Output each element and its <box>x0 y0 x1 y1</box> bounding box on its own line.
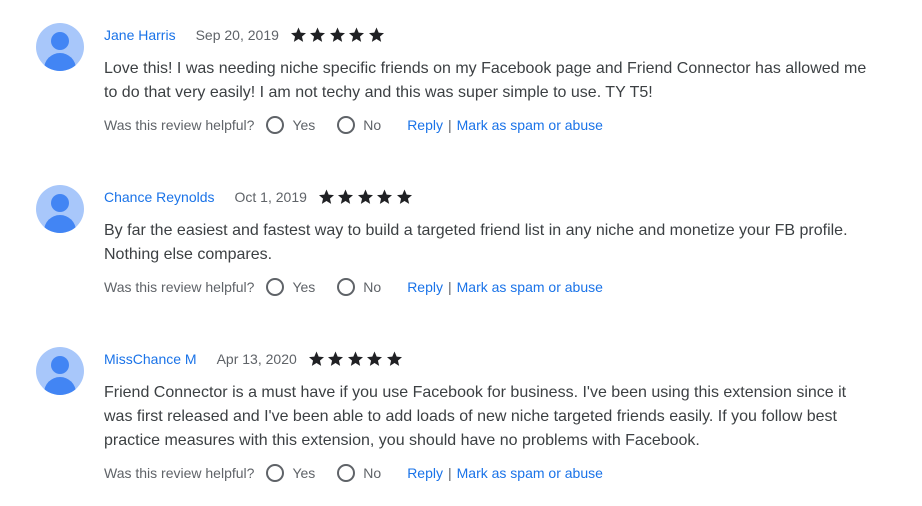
star-icon <box>396 189 412 204</box>
reply-link[interactable]: Reply <box>407 117 443 133</box>
review-meta: MissChance M Apr 13, 2020 <box>104 349 404 369</box>
helpful-prompt: Was this review helpful? <box>104 465 255 481</box>
person-avatar-icon <box>36 185 84 233</box>
star-icon <box>290 27 306 42</box>
review-date: Oct 1, 2019 <box>234 189 307 205</box>
star-icon <box>357 189 373 204</box>
star-rating <box>317 188 415 206</box>
no-label: No <box>363 117 382 133</box>
star-icon <box>318 189 334 204</box>
link-separator: | <box>447 117 452 133</box>
radio-yes-icon[interactable] <box>266 464 285 482</box>
star-icon <box>347 351 363 366</box>
helpful-yes-option[interactable]: Yes <box>266 464 315 482</box>
review-text-line: By far the easiest and fastest way to bu… <box>104 222 848 239</box>
radio-yes-icon[interactable] <box>266 116 285 134</box>
helpful-no-option[interactable]: No <box>337 464 381 482</box>
star-icon <box>328 351 344 366</box>
link-separator: | <box>447 465 452 481</box>
mark-spam-link[interactable]: Mark as spam or abuse <box>457 279 603 295</box>
helpful-prompt: Was this review helpful? <box>104 117 255 133</box>
review-text-line: practice measures with this extension, y… <box>104 432 700 449</box>
review-text: By far the easiest and fastest way to bu… <box>104 219 894 267</box>
yes-label: Yes <box>292 465 316 481</box>
person-avatar-icon <box>36 23 84 71</box>
review-meta: Jane Harris Sep 20, 2019 <box>104 25 386 45</box>
review-text: Love this! I was needing niche specific … <box>104 57 894 105</box>
no-label: No <box>363 465 382 481</box>
yes-label: Yes <box>292 279 316 295</box>
review-author[interactable]: Chance Reynolds <box>104 189 215 205</box>
review-text-line: Love this! I was needing niche specific … <box>104 60 867 77</box>
review-author[interactable]: MissChance M <box>104 351 197 367</box>
helpful-yes-option[interactable]: Yes <box>266 116 315 134</box>
star-icon <box>349 27 365 42</box>
no-label: No <box>363 279 382 295</box>
star-icon <box>386 351 402 366</box>
star-icon <box>377 189 393 204</box>
reply-link[interactable]: Reply <box>407 279 443 295</box>
star-icon <box>338 189 354 204</box>
radio-no-icon[interactable] <box>337 464 356 482</box>
helpful-row: Was this review helpful? Yes No Reply | … <box>104 463 603 483</box>
helpful-row: Was this review helpful? Yes No Reply | … <box>104 277 603 297</box>
review-date: Sep 20, 2019 <box>195 27 279 43</box>
helpful-row: Was this review helpful? Yes No Reply | … <box>104 115 603 135</box>
helpful-prompt: Was this review helpful? <box>104 279 255 295</box>
helpful-no-option[interactable]: No <box>337 278 381 296</box>
mark-spam-link[interactable]: Mark as spam or abuse <box>457 117 603 133</box>
helpful-no-option[interactable]: No <box>337 116 381 134</box>
radio-no-icon[interactable] <box>337 116 356 134</box>
star-icon <box>368 27 384 42</box>
review-meta: Chance Reynolds Oct 1, 2019 <box>104 187 414 207</box>
star-icon <box>310 27 326 42</box>
star-rating <box>289 26 387 44</box>
review-text-line: to do that very easily! I am not techy a… <box>104 84 653 101</box>
reply-link[interactable]: Reply <box>407 465 443 481</box>
yes-label: Yes <box>292 117 316 133</box>
radio-no-icon[interactable] <box>337 278 356 296</box>
star-rating <box>307 350 405 368</box>
person-avatar-icon <box>36 347 84 395</box>
star-icon <box>329 27 345 42</box>
radio-yes-icon[interactable] <box>266 278 285 296</box>
review-author[interactable]: Jane Harris <box>104 27 176 43</box>
link-separator: | <box>447 279 452 295</box>
review-text-line: Nothing else compares. <box>104 246 273 263</box>
star-icon <box>367 351 383 366</box>
review-text-line: was first released and I've been able to… <box>104 408 837 425</box>
review-text: Friend Connector is a must have if you u… <box>104 381 894 453</box>
star-icon <box>308 351 324 366</box>
review-text-line: Friend Connector is a must have if you u… <box>104 384 847 401</box>
mark-spam-link[interactable]: Mark as spam or abuse <box>457 465 603 481</box>
review-date: Apr 13, 2020 <box>216 351 297 367</box>
helpful-yes-option[interactable]: Yes <box>266 278 315 296</box>
